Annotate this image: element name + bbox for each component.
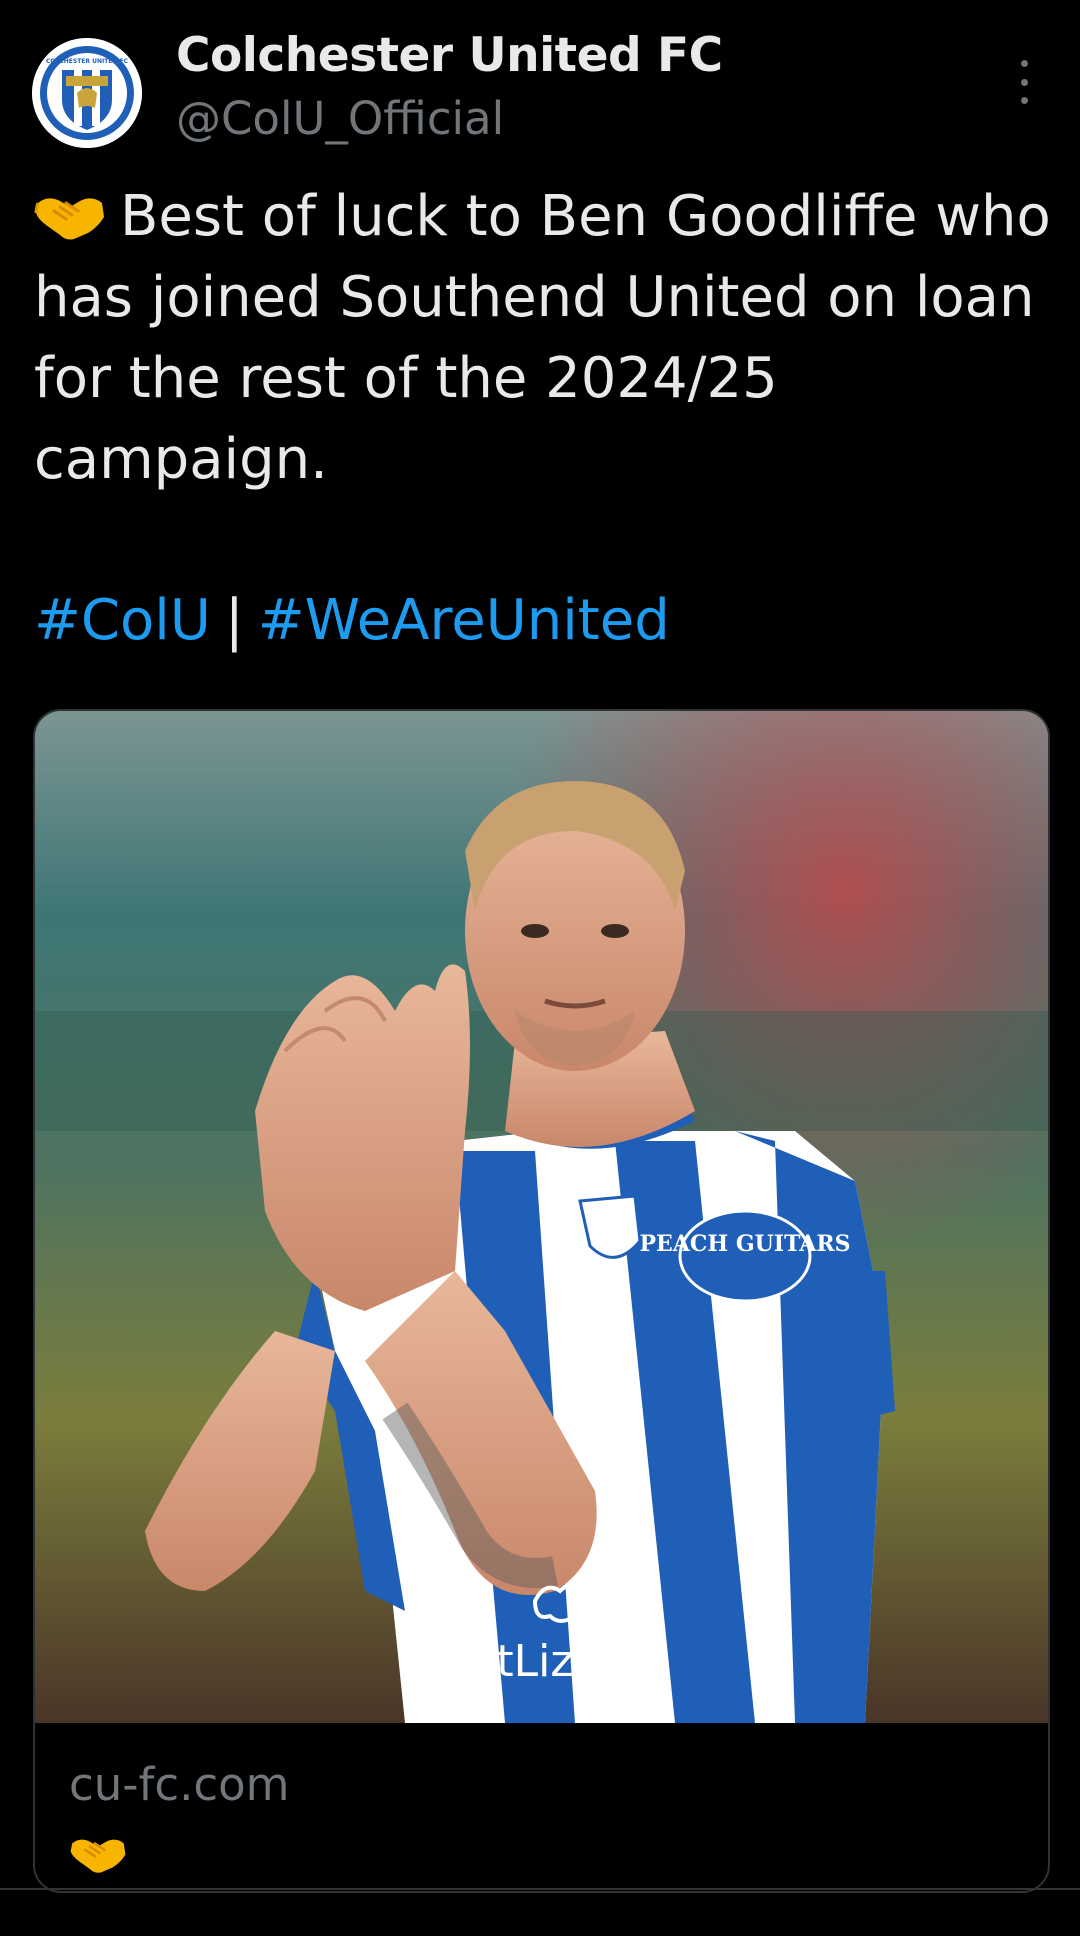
handshake-icon xyxy=(34,198,104,240)
hotlizard-logo-text: HotLizard xyxy=(436,1636,645,1687)
avatar-badge-text: COLCHESTER UNITED FC xyxy=(46,58,129,65)
shirt-sponsor-text: PEACH GUITARS xyxy=(639,1231,850,1257)
hashtag-colu[interactable]: #ColU xyxy=(34,588,211,653)
card-image[interactable]: PEACH GUITARS HotLizard xyxy=(35,711,1048,1723)
club-crest-icon: COLCHESTER UNITED FC xyxy=(32,38,142,148)
hashtag-weareunited[interactable]: #WeAreUnited xyxy=(258,588,670,653)
avatar[interactable]: COLCHESTER UNITED FC xyxy=(32,38,142,148)
link-card[interactable]: PEACH GUITARS HotLizard cu-fc.com xyxy=(33,709,1050,1893)
divider xyxy=(0,1888,1080,1890)
tweet-text: Best of luck to Ben Goodliffe who has jo… xyxy=(34,176,1054,500)
tweet[interactable]: COLCHESTER UNITED FC Colchester United F… xyxy=(0,0,1080,1936)
display-name[interactable]: Colchester United FC xyxy=(176,28,723,83)
card-domain[interactable]: cu-fc.com xyxy=(69,1758,290,1811)
tweet-body: Best of luck to Ben Goodliffe who has jo… xyxy=(34,184,1051,492)
more-dot xyxy=(1020,78,1028,86)
handshake-icon xyxy=(70,1839,126,1873)
account-handle[interactable]: @ColU_Official xyxy=(176,92,504,145)
hashtag-line: #ColU | #WeAreUnited xyxy=(34,580,670,661)
more-vertical-icon xyxy=(1020,60,1028,67)
more-dot xyxy=(1020,97,1028,104)
more-options-button[interactable] xyxy=(1006,60,1042,104)
hashtag-separator: | xyxy=(224,588,244,653)
player-photo: PEACH GUITARS HotLizard xyxy=(35,711,1048,1723)
